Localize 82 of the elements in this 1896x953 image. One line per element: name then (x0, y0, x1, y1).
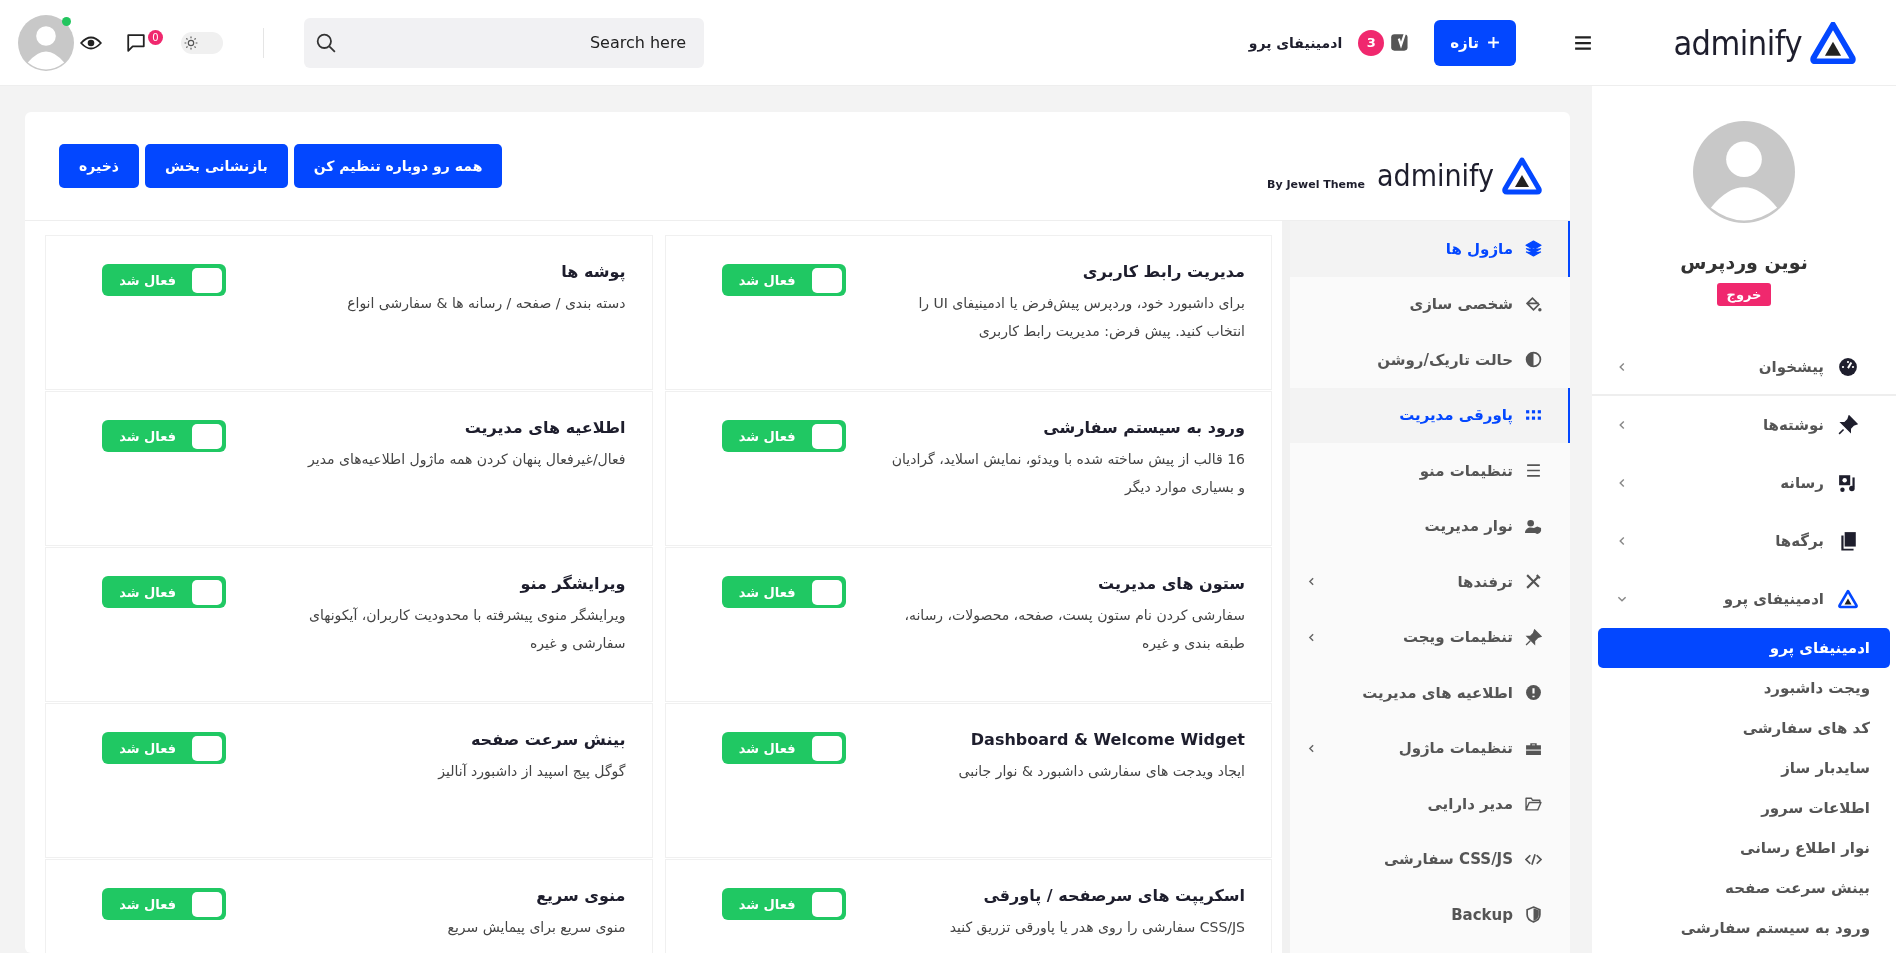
adminify-logo-icon (1810, 21, 1856, 64)
module-title: مدیریت رابط کاربری (1081, 262, 1245, 281)
module-description: برای داشبورد خود، وردپرس پیش‌فرض یا ادمینیفای UI را انتخاب کنید. پیش فرض: مدیریت رابط کاربری (917, 294, 1245, 342)
site-name-link[interactable]: ادمینیفای پرو (1248, 34, 1343, 51)
action-button[interactable]: همه رو دوباره تنظیم کن (293, 144, 503, 188)
logout-button[interactable]: خروج (1716, 283, 1772, 306)
adminify-logo-icon (1838, 589, 1858, 609)
settings-nav-item[interactable]: پاورقی مدیریت (1290, 387, 1570, 443)
settings-nav-item[interactable]: شخصی سازی (1290, 276, 1570, 332)
byline-text: By Jewel Theme (1267, 178, 1365, 191)
settings-nav-item[interactable]: اطلاعیه های مدیریت (1290, 665, 1570, 721)
gauge-icon (1838, 357, 1858, 377)
adminify-logo-icon (1502, 157, 1542, 195)
plus-icon (1487, 36, 1500, 49)
settings-nav-item[interactable]: ترفندها (1290, 554, 1570, 610)
shield-icon (1525, 906, 1542, 924)
module-title: ستون های مدیریت (1097, 574, 1245, 593)
action-button[interactable]: بازنشانی بخش (144, 144, 288, 188)
comment-icon[interactable] (126, 32, 146, 53)
submenu-item[interactable]: ادمینیفای پرو (1598, 628, 1890, 668)
folder-icon (1525, 795, 1542, 813)
module-title: ورود به سیستم سفارشی (1042, 418, 1245, 437)
module-description: ویرایشگر منوی پیشرفته با محدودیت کاربران، آیکونهای سفارشی و غیره (308, 606, 626, 654)
pages-icon (1838, 531, 1858, 551)
settings-nav-item[interactable]: تنظیمات ویجت (1290, 609, 1570, 665)
module-description: سفارشی کردن نام ستون پست، صفحه، محصولات، رسانه، طبقه بندی و غیره (903, 606, 1245, 654)
settings-nav-item[interactable]: CSS/JS سفارشی (1290, 831, 1570, 887)
paint-bucket-icon (1525, 295, 1542, 313)
layers-icon (1525, 240, 1542, 258)
settings-nav-item[interactable]: Backup (1290, 887, 1570, 943)
settings-nav-item[interactable]: ماژول ها (1290, 221, 1570, 277)
submenu-item[interactable]: نوار اطلاع رسانی (1598, 828, 1890, 868)
module-title: منوی سریع (535, 886, 626, 905)
sidebar-menu-item[interactable]: نوشته‌ها (1592, 396, 1896, 454)
settings-nav-item[interactable]: حالت تاریک/روشن (1290, 332, 1570, 388)
pushpin-icon (1525, 628, 1542, 646)
user-name: نوین وردپرس (1680, 251, 1808, 273)
alert-icon (1525, 684, 1542, 702)
sidebar-menu-item[interactable]: برگه‌ها (1592, 512, 1896, 570)
user-shield-icon (1525, 517, 1542, 535)
search-field[interactable]: Search here (304, 17, 704, 68)
eye-icon[interactable] (80, 34, 102, 51)
media-icon (1838, 473, 1858, 493)
settings-nav-item[interactable]: مدیر دارایی (1290, 776, 1570, 832)
comment-count-badge: 0 (148, 30, 163, 45)
submenu-item[interactable]: اطلاعات سرور (1598, 788, 1890, 828)
module-description: CSS/JS سفارشی را روی هدر یا پاورقی تزریق کنید (949, 918, 1245, 938)
module-title: بینش سرعت صفحه (469, 730, 626, 749)
module-description: 16 قالب از پیش ساخته شده با ویدئو، نمایش اسلاید، گرادیان و بسیاری موارد دیگر (890, 450, 1245, 498)
module-title: ویرایشگر منو (518, 574, 626, 593)
module-description: دسته بندی / صفحه / رسانه ها & سفارشی انواع (347, 294, 626, 314)
sidebar-menu-item[interactable]: ادمینیفای پرو (1592, 570, 1896, 628)
theme-toggle[interactable] (181, 31, 223, 54)
module-description: ایجاد ویدجت های سفارشی داشبورد & نوار جانبی (958, 762, 1245, 782)
settings-nav-item[interactable]: نوار مدیریت (1290, 498, 1570, 554)
submenu-item[interactable]: ویجت داشبورد (1598, 668, 1890, 708)
module-title: اسکریپت های سرصفحه / پاورقی (982, 886, 1245, 905)
settings-nav-item[interactable]: تنظیمات منو (1290, 443, 1570, 499)
module-description: منوی سریع برای پیمایش سریع (447, 918, 626, 938)
submenu-item[interactable]: ورود به سیستم سفارشی (1598, 908, 1890, 948)
module-title: Dashboard & Welcome Widget (969, 730, 1245, 749)
list-icon (1525, 462, 1542, 480)
module-description: فعال/غیرفعال پنهان کردن همه ماژول اطلاعیه‌های مدیر (308, 450, 626, 470)
module-description: گوگل پیج اسپید از داشبورد آنالیز (438, 762, 626, 782)
logo-text: adminify (1673, 22, 1802, 63)
settings-nav-item[interactable]: تنظیمات ماژول (1290, 720, 1570, 776)
sun-icon (184, 35, 198, 50)
submenu-item[interactable]: سایدبار ساز (1598, 748, 1890, 788)
submenu-item[interactable]: کد های سفارشی (1598, 708, 1890, 748)
menu-icon[interactable] (1574, 34, 1592, 51)
search-icon (316, 32, 336, 53)
notification-badge: 3 (1358, 29, 1385, 56)
sidebar-menu-item[interactable]: رسانه (1592, 454, 1896, 512)
logo-text: adminify (1377, 157, 1494, 195)
new-button[interactable]: تازه (1434, 19, 1516, 66)
sidebar-menu-item[interactable]: پیشخوان (1592, 338, 1896, 396)
action-button[interactable]: ذخیره (59, 144, 139, 188)
module-title: اطلاعیه های مدیریت (463, 418, 626, 437)
pushpin-icon (1838, 415, 1858, 435)
submenu-item[interactable]: بینش سرعت صفحه (1598, 868, 1890, 908)
contrast-icon (1525, 351, 1542, 369)
module-title: پوشه ها (560, 262, 626, 281)
